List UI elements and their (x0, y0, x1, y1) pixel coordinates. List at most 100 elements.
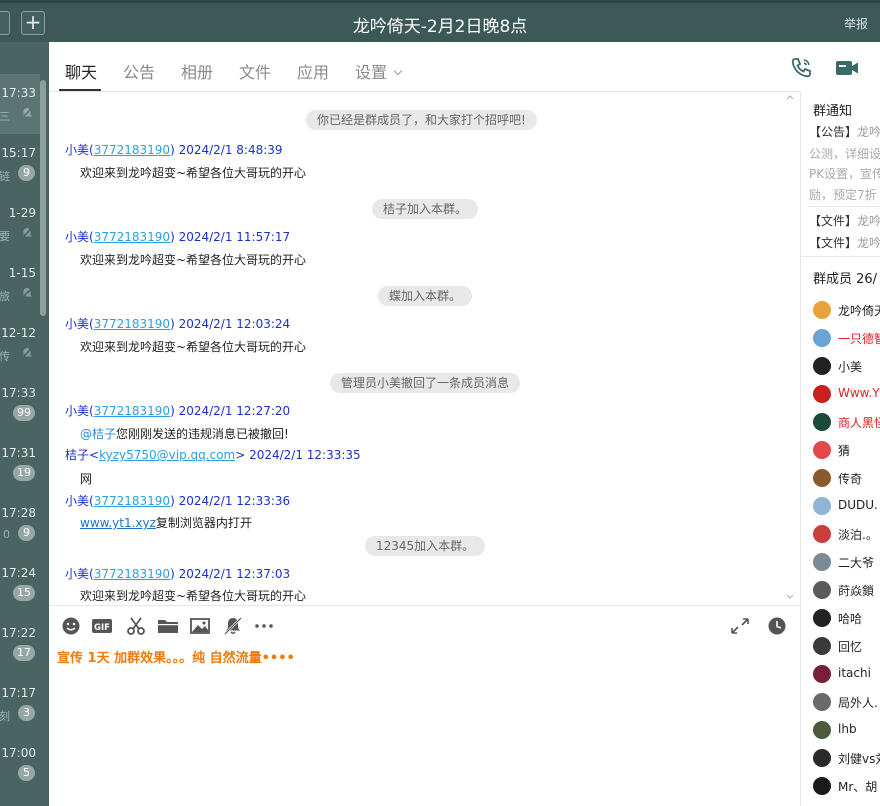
conversation-item[interactable]: 17:00 5 (0, 734, 40, 794)
conversation-item[interactable]: 15:17 链 9 (0, 134, 40, 194)
conversation-snippet: 三 (0, 110, 10, 123)
conversation-item[interactable]: 12-12 传 (0, 314, 40, 374)
member-name: 传奇 (838, 472, 863, 486)
member-item[interactable]: 二大爷 (813, 552, 880, 572)
sender-qq-link[interactable]: 3772183190 (94, 404, 170, 418)
history-clock-icon[interactable] (766, 616, 788, 636)
mute-icon (21, 107, 33, 119)
member-avatar (813, 441, 831, 459)
member-item[interactable]: Www.Yt (813, 384, 880, 404)
folder-icon[interactable] (157, 616, 179, 636)
emoji-icon[interactable] (60, 616, 82, 636)
sender-qq-link[interactable]: 3772183190 (94, 143, 170, 157)
conversation-item[interactable]: 17:28 0 9 (0, 494, 40, 554)
unread-badge: 9 (18, 525, 35, 541)
member-item[interactable]: 局外人. (813, 692, 880, 712)
conversation-item[interactable]: 17:24 15 (0, 554, 40, 614)
member-item[interactable]: 淡泊.。 (813, 524, 880, 544)
conversation-item[interactable]: 17:31 19 (0, 434, 40, 494)
notice-item[interactable]: 【公告】龙吟 (809, 123, 880, 140)
file-item[interactable]: 【文件】龙吟 (809, 234, 880, 251)
unread-badge: 3 (18, 705, 35, 721)
tab-album[interactable]: 相册 (181, 59, 213, 83)
sender-name: 桔子 (65, 448, 90, 462)
conversation-item[interactable]: 17:33 三 (0, 74, 40, 134)
sender-qq-link[interactable]: 3772183190 (94, 494, 170, 508)
conversation-item[interactable]: 17:22 17 (0, 614, 40, 674)
message-link[interactable]: www.yt1.xyz (80, 516, 156, 530)
member-avatar (813, 693, 831, 711)
member-item[interactable]: 回忆 (813, 636, 880, 656)
unread-badge: 19 (13, 465, 35, 481)
member-item[interactable]: 小美 (813, 356, 880, 376)
member-name: 商人黑怪 (838, 416, 880, 430)
sender-qq-link[interactable]: 3772183190 (94, 230, 170, 244)
message-time: 2024/2/1 12:03:24 (178, 317, 291, 331)
sender-name: 小美 (65, 230, 90, 244)
tab-chat[interactable]: 聊天 (65, 59, 97, 83)
conversation-time: 1-29 (8, 206, 36, 220)
member-avatar (813, 329, 831, 347)
conversation-item[interactable]: 1-29 要 (0, 194, 40, 254)
divider (809, 206, 880, 207)
member-name: 回忆 (838, 640, 863, 654)
title-bar: + 龙吟倚天-2月2日晚8点 举报 (0, 0, 880, 42)
message-input[interactable]: 宣传 1天 加群效果。。。纯 自然流量•••• (57, 647, 295, 666)
system-message: 你已经是群成员了，和大家打个招呼吧! (306, 110, 537, 130)
conversation-item[interactable]: 1-15 旅 (0, 254, 40, 314)
conversation-snippet: 链 (0, 170, 10, 183)
sender-qq-link[interactable]: 3772183190 (94, 317, 170, 331)
conversation-item[interactable]: 17:33 99 (0, 374, 40, 434)
conversation-time: 17:28 (1, 506, 36, 520)
conversation-item[interactable]: 17:17 刻 3 (0, 674, 40, 734)
sender-qq-link[interactable]: 3772183190 (94, 567, 170, 581)
gif-label: GIF (94, 623, 110, 633)
message-header: 桔子<kyzy5750@vip.qq.com> 2024/2/1 12:33:3… (65, 448, 361, 462)
member-name: DUDU. (838, 498, 878, 512)
member-item[interactable]: 龙吟倚天 (813, 300, 880, 320)
member-item[interactable]: 商人黑怪 (813, 412, 880, 432)
member-item[interactable]: 刘健vs刘 (813, 748, 880, 768)
sender-email-link[interactable]: kyzy5750@vip.qq.com (99, 448, 235, 462)
member-item[interactable]: 莳焱鎖 (813, 580, 880, 600)
scissors-icon[interactable] (125, 616, 147, 636)
conversation-snippet: 刻 (0, 710, 10, 723)
file-item[interactable]: 【文件】龙吟 (809, 212, 880, 229)
member-item[interactable]: 传奇 (813, 468, 880, 488)
conversation-time: 17:31 (1, 446, 36, 460)
active-tab-indicator (59, 89, 101, 91)
expand-icon[interactable] (729, 616, 751, 636)
bell-off-icon[interactable] (222, 616, 244, 636)
message-time: 2024/2/1 11:57:17 (178, 230, 291, 244)
member-avatar (813, 721, 831, 739)
message-text: www.yt1.xyz复制浏览器内打开 (80, 514, 252, 531)
member-item[interactable]: itachi (813, 664, 880, 684)
scroll-up-icon[interactable] (786, 93, 794, 101)
member-name: Www.Yt (838, 386, 880, 400)
tab-files[interactable]: 文件 (239, 59, 271, 83)
conversation-scrollbar[interactable] (40, 80, 46, 316)
member-item[interactable]: lhb (813, 720, 880, 740)
gif-icon[interactable]: GIF (91, 616, 113, 636)
mention[interactable]: @桔子 (80, 427, 116, 441)
more-icon[interactable] (253, 616, 275, 636)
member-item[interactable]: 一只德智 (813, 328, 880, 348)
system-message: 蝶加入本群。 (378, 286, 473, 306)
report-button[interactable]: 举报 (844, 15, 868, 32)
member-item[interactable]: Mr、胡 (813, 776, 880, 796)
tab-settings[interactable]: 设置 (355, 59, 403, 83)
message-header: 小美(3772183190) 2024/2/1 12:33:36 (65, 494, 291, 508)
tab-announcement[interactable]: 公告 (123, 59, 155, 83)
member-item[interactable]: 哈哈 (813, 608, 880, 628)
tab-apps[interactable]: 应用 (297, 59, 329, 83)
message-list[interactable]: 你已经是群成员了，和大家打个招呼吧! 小美(3772183190) 2024/2… (49, 93, 800, 605)
member-item[interactable]: DUDU. (813, 496, 880, 516)
scroll-down-icon[interactable] (786, 593, 794, 601)
member-name: 一只德智 (838, 332, 880, 346)
phone-icon[interactable] (789, 56, 815, 80)
video-call-icon[interactable] (834, 56, 860, 80)
member-avatar (813, 637, 831, 655)
image-icon[interactable] (189, 616, 211, 636)
member-item[interactable]: 猜 (813, 440, 880, 460)
member-avatar (813, 665, 831, 683)
